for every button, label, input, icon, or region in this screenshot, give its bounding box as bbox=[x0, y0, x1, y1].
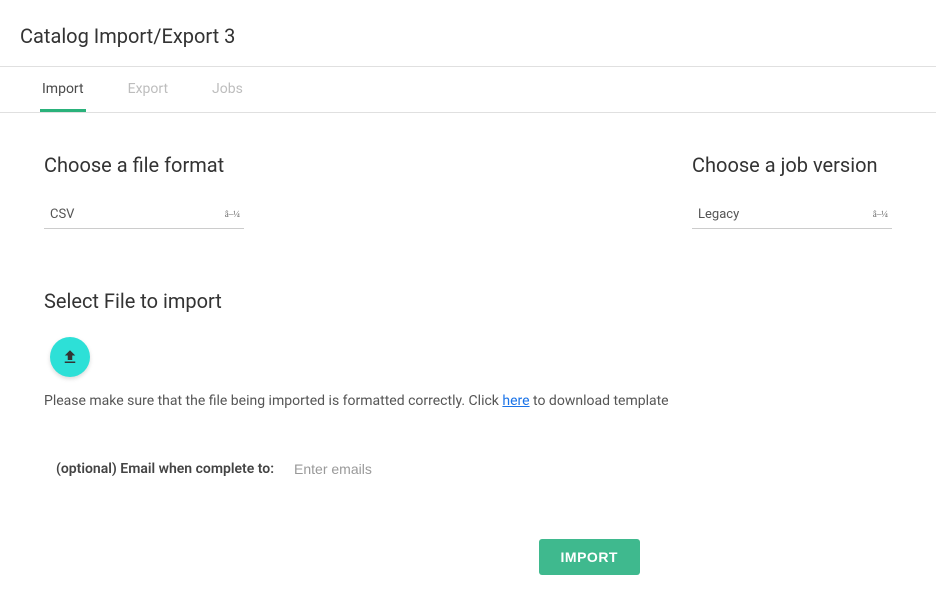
job-version-value: Legacy bbox=[698, 207, 739, 222]
chevron-down-icon: â–¼ bbox=[873, 210, 888, 219]
tab-import[interactable]: Import bbox=[40, 67, 86, 112]
download-template-link[interactable]: here bbox=[502, 393, 529, 409]
job-version-select[interactable]: Legacy â–¼ bbox=[692, 201, 892, 229]
page-title: Catalog Import/Export 3 bbox=[0, 0, 936, 66]
file-format-heading: Choose a file format bbox=[44, 153, 244, 177]
file-format-value: CSV bbox=[50, 207, 74, 222]
tab-bar: Import Export Jobs bbox=[0, 67, 936, 113]
file-format-select[interactable]: CSV â–¼ bbox=[44, 201, 244, 229]
tab-jobs[interactable]: Jobs bbox=[210, 67, 245, 112]
select-file-heading: Select File to import bbox=[44, 289, 892, 313]
tab-export[interactable]: Export bbox=[126, 67, 170, 112]
upload-button[interactable] bbox=[50, 337, 90, 377]
upload-icon bbox=[61, 348, 79, 366]
job-version-heading: Choose a job version bbox=[692, 153, 892, 177]
helper-pre: Please make sure that the file being imp… bbox=[44, 393, 502, 409]
import-button[interactable]: IMPORT bbox=[539, 539, 640, 575]
email-field[interactable] bbox=[294, 457, 494, 481]
chevron-down-icon: â–¼ bbox=[225, 210, 240, 219]
helper-text: Please make sure that the file being imp… bbox=[44, 393, 892, 409]
helper-post: to download template bbox=[530, 393, 669, 409]
email-label: (optional) Email when complete to: bbox=[56, 461, 274, 477]
